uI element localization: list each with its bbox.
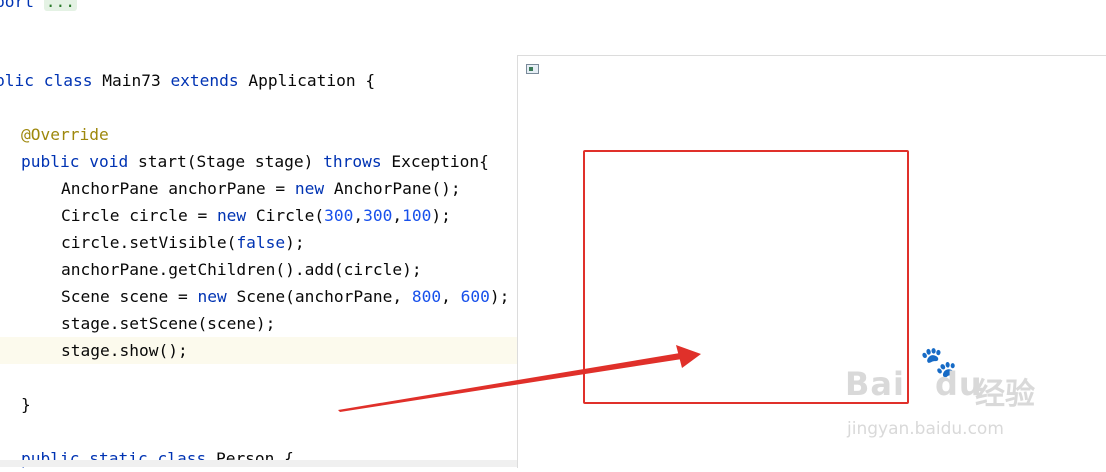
baidu-watermark: Bai 🐾 du 经验 jingyan.baidu.com: [845, 345, 1045, 445]
watermark-chinese: 经验: [975, 377, 1035, 412]
arrow-head: [676, 345, 701, 368]
watermark-url: jingyan.baidu.com: [847, 419, 1004, 439]
arrow-shaft: [338, 353, 682, 412]
watermark-logo: Bai: [845, 365, 905, 403]
